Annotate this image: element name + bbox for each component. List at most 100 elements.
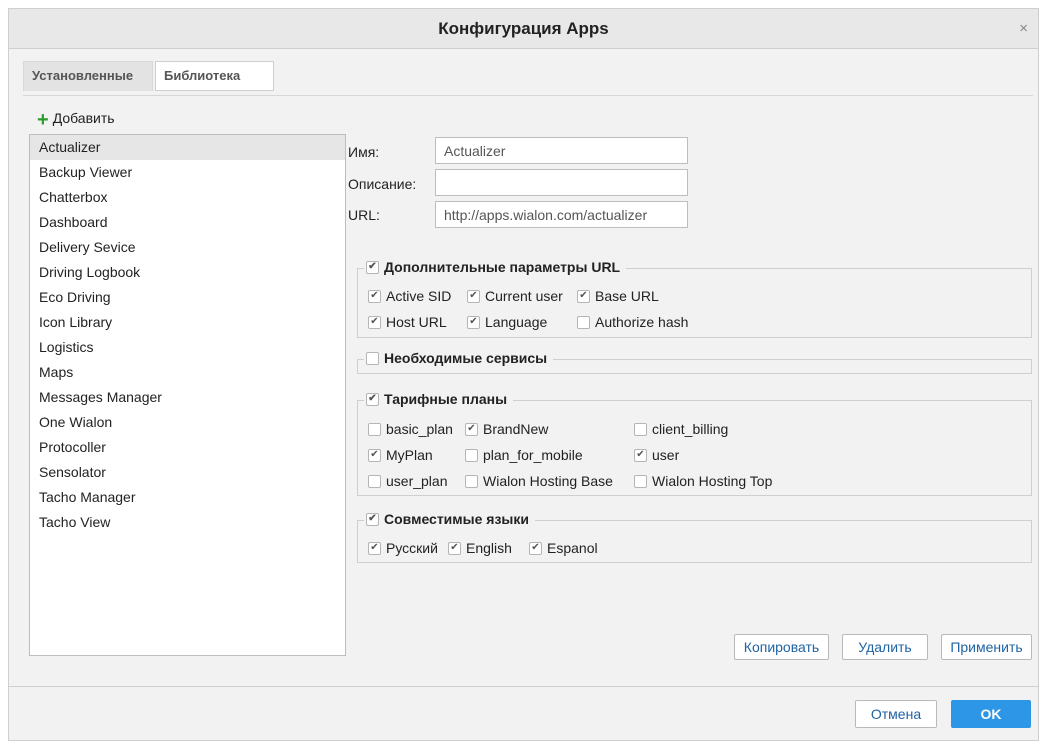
url-params-group: Дополнительные параметры URL Active SID … (357, 259, 1032, 338)
user-plan-checkbox[interactable] (368, 474, 381, 488)
plan-wialon-hosting-base[interactable]: Wialon Hosting Base (465, 473, 613, 489)
copy-button[interactable]: Копировать (734, 634, 829, 660)
option-host-url[interactable]: Host URL (368, 314, 447, 330)
wialon-hosting-top-label: Wialon Hosting Top (652, 473, 773, 489)
plan-for-mobile-label: plan_for_mobile (483, 447, 583, 463)
plan-client-billing[interactable]: client_billing (634, 421, 728, 437)
app-list-item[interactable]: Icon Library (30, 310, 345, 335)
espanol-checkbox[interactable] (529, 541, 542, 555)
user-plan-label: user_plan (386, 473, 448, 489)
user-label: user (652, 447, 680, 463)
brandnew-checkbox[interactable] (465, 422, 478, 436)
app-list-item[interactable]: Maps (30, 360, 345, 385)
dialog-titlebar: Конфигурация Apps × (9, 9, 1038, 49)
footer-divider (9, 686, 1038, 687)
plans-checkbox[interactable] (366, 392, 379, 406)
plus-icon: + (37, 109, 49, 131)
client-billing-checkbox[interactable] (634, 422, 647, 436)
description-field[interactable] (435, 169, 688, 196)
url-params-checkbox[interactable] (366, 260, 379, 274)
delete-button[interactable]: Удалить (842, 634, 928, 660)
myplan-label: MyPlan (386, 447, 433, 463)
tab-library[interactable]: Библиотека (155, 61, 274, 91)
authorize-hash-checkbox[interactable] (577, 315, 590, 329)
plan-brandnew[interactable]: BrandNew (465, 421, 548, 437)
plans-legend[interactable]: Тарифные планы (364, 391, 514, 407)
active-sid-checkbox[interactable] (368, 289, 381, 303)
plan-for-mobile-checkbox[interactable] (465, 448, 478, 462)
app-list-item[interactable]: Driving Logbook (30, 260, 345, 285)
current-user-checkbox[interactable] (467, 289, 480, 303)
base-url-checkbox[interactable] (577, 289, 590, 303)
active-sid-label: Active SID (386, 288, 452, 304)
description-label: Описание: (348, 176, 417, 192)
add-app-button[interactable]: + Добавить (37, 109, 115, 132)
app-list-item[interactable]: One Wialon (30, 410, 345, 435)
plan-plan-for-mobile[interactable]: plan_for_mobile (465, 447, 583, 463)
english-checkbox[interactable] (448, 541, 461, 555)
cancel-button[interactable]: Отмена (855, 700, 937, 728)
app-list-item[interactable]: Tacho Manager (30, 485, 345, 510)
plan-basic-plan[interactable]: basic_plan (368, 421, 453, 437)
option-base-url[interactable]: Base URL (577, 288, 659, 304)
url-params-legend[interactable]: Дополнительные параметры URL (364, 259, 627, 275)
app-list-item[interactable]: Delivery Sevice (30, 235, 345, 260)
app-list-item[interactable]: Chatterbox (30, 185, 345, 210)
app-list-item[interactable]: Actualizer (30, 135, 345, 160)
language-russian[interactable]: Русский (368, 540, 438, 556)
tab-installed[interactable]: Установленные (23, 61, 153, 91)
basic-plan-label: basic_plan (386, 421, 453, 437)
plan-wialon-hosting-top[interactable]: Wialon Hosting Top (634, 473, 772, 489)
app-list-item[interactable]: Protocoller (30, 435, 345, 460)
host-url-label: Host URL (386, 314, 447, 330)
plans-group: Тарифные планы basic_plan BrandNew clien… (357, 391, 1032, 496)
url-label: URL: (348, 207, 380, 223)
plan-myplan[interactable]: MyPlan (368, 447, 433, 463)
plan-user[interactable]: user (634, 447, 679, 463)
app-list-item[interactable]: Logistics (30, 335, 345, 360)
plan-user-plan[interactable]: user_plan (368, 473, 448, 489)
plans-title: Тарифные планы (384, 391, 508, 407)
services-title: Необходимые сервисы (384, 350, 548, 366)
wialon-hosting-base-checkbox[interactable] (465, 474, 478, 488)
basic-plan-checkbox[interactable] (368, 422, 381, 436)
client-billing-label: client_billing (652, 421, 729, 437)
myplan-checkbox[interactable] (368, 448, 381, 462)
option-active-sid[interactable]: Active SID (368, 288, 451, 304)
host-url-checkbox[interactable] (368, 315, 381, 329)
languages-legend[interactable]: Совместимые языки (364, 511, 535, 527)
app-list[interactable]: Actualizer Backup Viewer Chatterbox Dashboa… (29, 134, 346, 656)
user-checkbox[interactable] (634, 448, 647, 462)
russian-checkbox[interactable] (368, 541, 381, 555)
option-current-user[interactable]: Current user (467, 288, 563, 304)
ok-button[interactable]: OK (951, 700, 1031, 728)
add-label: Добавить (52, 110, 115, 126)
close-icon[interactable]: × (1019, 20, 1028, 37)
option-language[interactable]: Language (467, 314, 547, 330)
app-list-item[interactable]: Eco Driving (30, 285, 345, 310)
language-english[interactable]: English (448, 540, 512, 556)
app-list-item[interactable]: Backup Viewer (30, 160, 345, 185)
brandnew-label: BrandNew (483, 421, 549, 437)
app-list-item[interactable]: Messages Manager (30, 385, 345, 410)
language-checkbox[interactable] (467, 315, 480, 329)
app-list-item[interactable]: Dashboard (30, 210, 345, 235)
language-label: Language (485, 314, 548, 330)
app-list-item[interactable]: Tacho View (30, 510, 345, 535)
option-authorize-hash[interactable]: Authorize hash (577, 314, 688, 330)
url-field[interactable] (435, 201, 688, 228)
apply-button[interactable]: Применить (941, 634, 1032, 660)
english-label: English (466, 540, 512, 556)
language-espanol[interactable]: Espanol (529, 540, 598, 556)
wialon-hosting-base-label: Wialon Hosting Base (483, 473, 613, 489)
services-legend[interactable]: Необходимые сервисы (364, 350, 554, 366)
services-checkbox[interactable] (366, 351, 379, 365)
config-apps-dialog: Конфигурация Apps × Установленные Библио… (8, 8, 1039, 741)
languages-title: Совместимые языки (384, 511, 529, 527)
russian-label: Русский (386, 540, 438, 556)
languages-checkbox[interactable] (366, 512, 379, 526)
wialon-hosting-top-checkbox[interactable] (634, 474, 647, 488)
name-field[interactable] (435, 137, 688, 164)
app-list-item[interactable]: Sensolator (30, 460, 345, 485)
services-group: Необходимые сервисы (357, 350, 1032, 374)
